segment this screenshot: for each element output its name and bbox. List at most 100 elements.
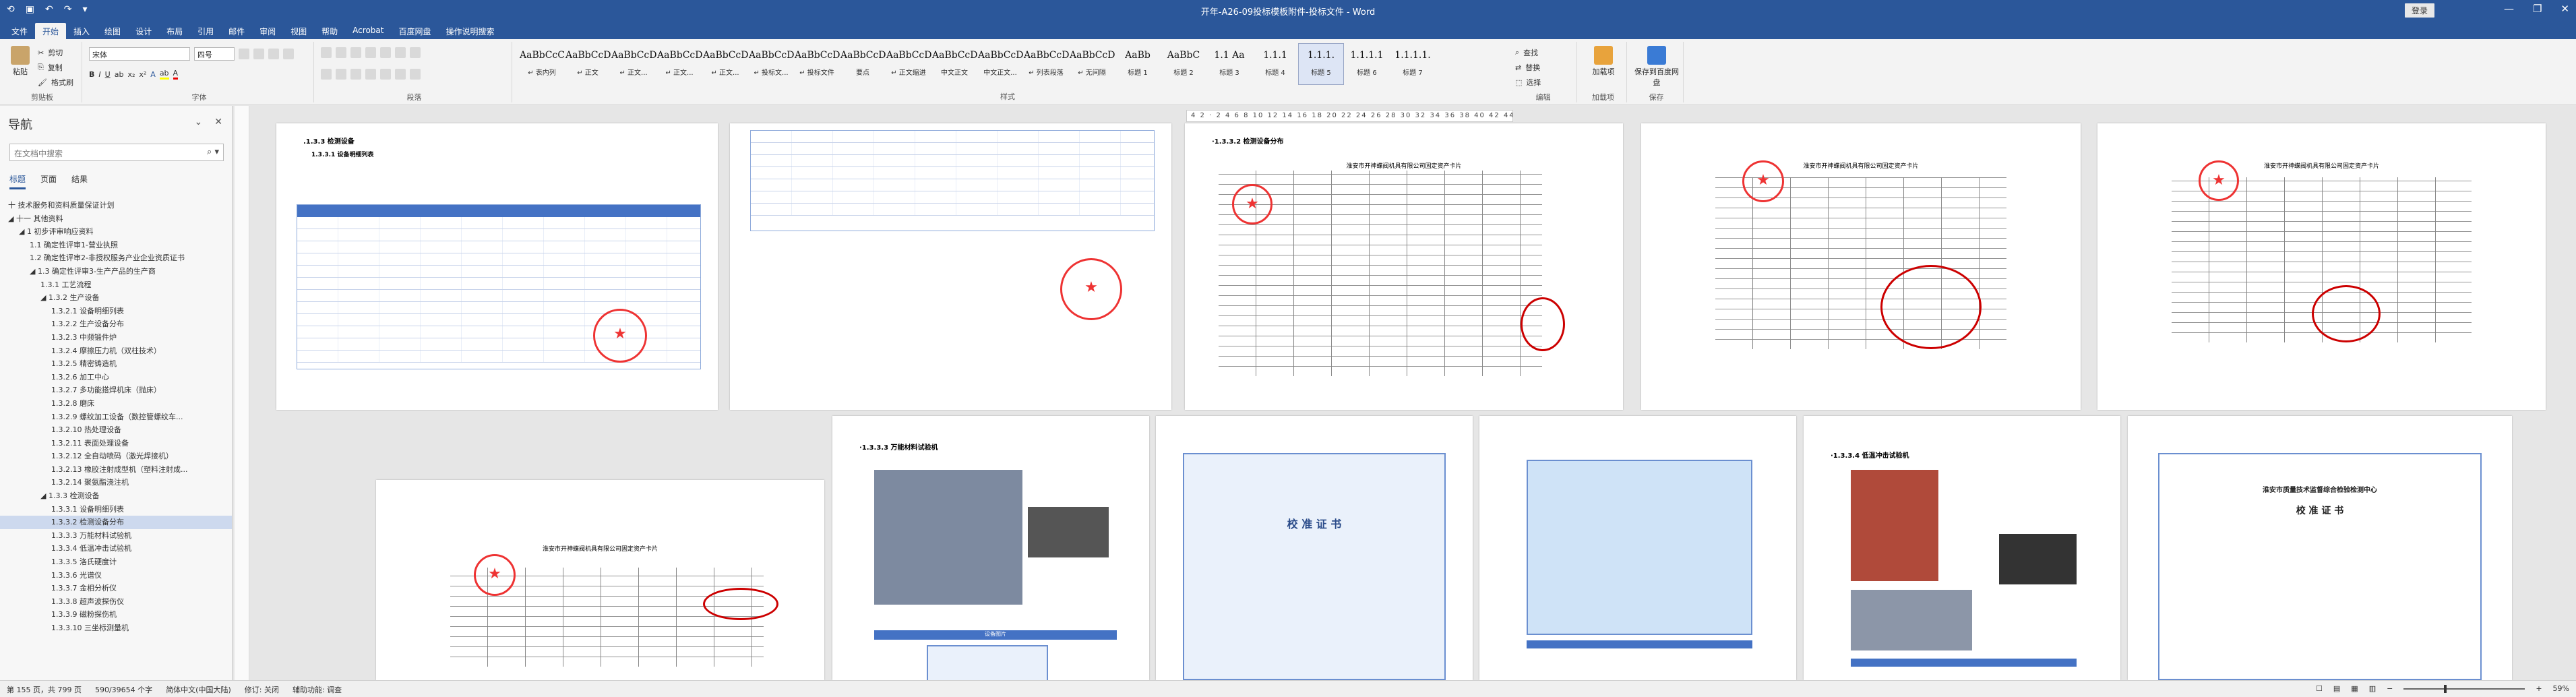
nav-heading-item[interactable]: 1.3.2.13 橡胶注射成型机（塑料注射成...	[0, 463, 232, 477]
font-name-combo[interactable]: 宋体	[89, 47, 190, 61]
style-item[interactable]: AaBbCcD ↵ 正文...	[656, 43, 702, 85]
nav-heading-item[interactable]: ◢ 十一 其他资料	[0, 212, 232, 226]
style-item[interactable]: 1.1 Aa 标题 3	[1206, 43, 1252, 85]
grow-font-icon[interactable]	[239, 49, 249, 59]
document-page-4[interactable]: 淮安市开神蝶阀机具有限公司固定资产卡片 ★	[1641, 123, 2081, 410]
word-count[interactable]: 590/39654 个字	[95, 684, 152, 695]
style-item[interactable]: AaBbCcD 中文正文...	[977, 43, 1023, 85]
document-page-1[interactable]: .1.3.3 检测设备 1.3.3.1 设备明细列表 ★	[276, 123, 718, 410]
sign-in-button[interactable]: 登录	[2404, 3, 2434, 18]
ribbon-tab[interactable]: 开始	[35, 23, 67, 39]
style-item[interactable]: AaBbCcD 中文正文	[931, 43, 977, 85]
nav-heading-item[interactable]: 1.3.3.10 三坐标测量机	[0, 622, 232, 635]
underline-icon[interactable]: U	[105, 70, 111, 79]
read-mode-icon[interactable]: ▤	[2333, 684, 2340, 693]
tab-headings[interactable]: 标题	[9, 173, 26, 189]
numbering-icon[interactable]	[336, 47, 346, 58]
align-left-icon[interactable]	[321, 69, 332, 80]
style-item[interactable]: AaBbC 标题 2	[1161, 43, 1206, 85]
zoom-slider[interactable]	[2403, 684, 2525, 693]
shading-icon[interactable]	[395, 69, 406, 80]
ribbon-tab[interactable]: Acrobat	[345, 23, 391, 39]
nav-heading-item[interactable]: 1.3.3.9 磁粉探伤机	[0, 608, 232, 622]
nav-search-input[interactable]: 在文档中搜索 ⌕ ▾	[9, 144, 224, 161]
line-spacing-icon[interactable]	[380, 69, 391, 80]
addin-button[interactable]: 加载项	[1584, 46, 1623, 77]
style-item[interactable]: AaBbCcD ↵ 正文	[565, 43, 611, 85]
highlight-icon[interactable]: ab	[159, 69, 169, 80]
strikethrough-icon[interactable]: ab	[115, 70, 124, 79]
copy-button[interactable]: ⎘ 复制	[38, 62, 63, 73]
nav-heading-item[interactable]: 十 技术服务和资料质量保证计划	[0, 199, 232, 212]
tab-results[interactable]: 结果	[71, 173, 88, 189]
ribbon-tab[interactable]: 百度网盘	[391, 23, 438, 39]
nav-heading-item[interactable]: ◢ 1.3 确定性评审3-生产产品的生产商	[0, 265, 232, 278]
document-page-11[interactable]: 淮安市质量技术监督综合检验检测中心 校 准 证 书	[2128, 416, 2512, 680]
clear-format-icon[interactable]	[283, 49, 294, 59]
ribbon-tab[interactable]: 审阅	[252, 23, 283, 39]
nav-heading-item[interactable]: 1.1 确定性评审1-营业执照	[0, 239, 232, 252]
ribbon-tab[interactable]: 插入	[66, 23, 97, 39]
borders-icon[interactable]	[410, 69, 421, 80]
ribbon-tab[interactable]: 布局	[159, 23, 190, 39]
ribbon-tab[interactable]: 视图	[283, 23, 314, 39]
multilevel-list-icon[interactable]	[350, 47, 361, 58]
nav-heading-item[interactable]: 1.3.3.6 光谱仪	[0, 569, 232, 582]
nav-heading-item[interactable]: 1.3.2.7 多功能搭焊机床（抛床）	[0, 384, 232, 397]
ribbon-tab[interactable]: 操作说明搜索	[438, 23, 501, 39]
style-item[interactable]: 1.1.1.1 标题 6	[1344, 43, 1390, 85]
document-page-9[interactable]	[1479, 416, 1796, 680]
font-color-icon[interactable]: A	[173, 69, 179, 80]
document-page-8[interactable]: 校 准 证 书	[1156, 416, 1473, 680]
select-button[interactable]: ⬚ 选择	[1515, 77, 1541, 88]
align-center-icon[interactable]	[336, 69, 346, 80]
document-page-5[interactable]: 淮安市开神蝶阀机具有限公司固定资产卡片 ★	[2097, 123, 2546, 410]
ribbon-tab[interactable]: 引用	[190, 23, 221, 39]
text-effects-icon[interactable]: A	[150, 70, 156, 79]
zoom-in-icon[interactable]: +	[2536, 684, 2542, 693]
close-icon[interactable]: ✕	[214, 117, 222, 127]
nav-heading-item[interactable]: 1.3.3.1 设备明细列表	[0, 503, 232, 516]
style-item[interactable]: AaBb 标题 1	[1115, 43, 1161, 85]
save-to-baidu-button[interactable]: 保存到百度网盘	[1632, 46, 1681, 88]
format-painter-button[interactable]: 🖌 格式刷	[38, 77, 73, 88]
nav-heading-item[interactable]: 1.3.3.2 检测设备分布	[0, 516, 232, 529]
bullets-icon[interactable]	[321, 47, 332, 58]
document-page-3[interactable]: ·1.3.3.2 检测设备分布 淮安市开神蝶阀机具有限公司固定资产卡片 ★	[1185, 123, 1623, 410]
change-case-icon[interactable]	[268, 49, 279, 59]
show-marks-icon[interactable]	[410, 47, 421, 58]
decrease-indent-icon[interactable]	[365, 47, 376, 58]
style-item[interactable]: AaBbCcC ↵ 表内列	[519, 43, 565, 85]
nav-heading-item[interactable]: 1.3.2.1 设备明细列表	[0, 305, 232, 318]
chevron-down-icon[interactable]: ⌄	[195, 117, 203, 127]
ribbon-tab[interactable]: 设计	[128, 23, 159, 39]
nav-heading-item[interactable]: 1.3.2.5 精密铸造机	[0, 357, 232, 371]
nav-heading-item[interactable]: 1.3.2.2 生产设备分布	[0, 317, 232, 331]
vertical-ruler[interactable]	[235, 106, 249, 680]
nav-heading-item[interactable]: 1.3.3.4 低温冲击试验机	[0, 542, 232, 555]
style-item[interactable]: AaBbCcD ↵ 正文...	[611, 43, 656, 85]
nav-heading-item[interactable]: 1.3.2.9 螺纹加工设备（数控管螺纹车...	[0, 411, 232, 424]
horizontal-ruler[interactable]: 4 2 · 2 4 6 8 10 12 14 16 18 20 22 24 26…	[1186, 110, 1513, 122]
zoom-level[interactable]: 59%	[2553, 684, 2569, 693]
restore-button[interactable]: ❐	[2533, 3, 2542, 15]
nav-heading-item[interactable]: 1.3.3.5 洛氏硬度计	[0, 555, 232, 569]
nav-heading-item[interactable]: 1.2 确定性评审2-非授权服务产业企业资质证书	[0, 251, 232, 265]
style-item[interactable]: 1.1.1.1. 标题 7	[1390, 43, 1436, 85]
style-item[interactable]: 1.1.1 标题 4	[1252, 43, 1298, 85]
nav-heading-item[interactable]: 1.3.2.4 摩擦压力机（双柱技术）	[0, 344, 232, 358]
style-item[interactable]: AaBbCcD ↵ 列表段落	[1023, 43, 1069, 85]
italic-icon[interactable]: I	[98, 70, 100, 79]
document-page-2[interactable]: ★	[730, 123, 1171, 410]
accessibility[interactable]: 辅助功能: 调查	[293, 684, 342, 695]
nav-heading-item[interactable]: 1.3.2.12 全自动喷码（激光焊接机）	[0, 450, 232, 463]
document-page-7[interactable]: ·1.3.3.3 万能材料试验机 设备图片	[832, 416, 1149, 680]
focus-icon[interactable]: ☐	[2316, 684, 2323, 693]
align-right-icon[interactable]	[350, 69, 361, 80]
style-item[interactable]: AaBbCcD ↵ 投标文...	[748, 43, 794, 85]
ribbon-tab[interactable]: 绘图	[97, 23, 128, 39]
nav-heading-item[interactable]: 1.3.2.6 加工中心	[0, 371, 232, 384]
style-item[interactable]: AaBbCcD 要点	[840, 43, 886, 85]
paste-button[interactable]: 粘贴	[7, 46, 34, 77]
nav-heading-item[interactable]: 1.3.2.14 聚氨酯浇注机	[0, 476, 232, 489]
